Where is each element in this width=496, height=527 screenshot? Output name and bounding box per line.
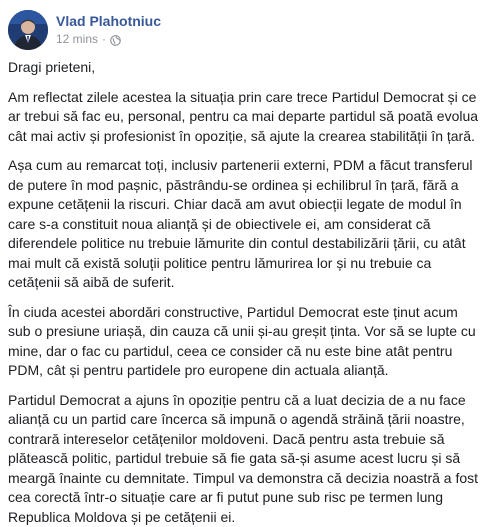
globe-icon[interactable]: [110, 34, 121, 45]
post-timestamp[interactable]: 12 mins: [56, 31, 98, 47]
post-paragraph: Partidul Democrat a ajuns în opoziție pe…: [8, 391, 484, 527]
post-paragraph: Așa cum au remarcat toți, inclusiv parte…: [8, 156, 484, 293]
facebook-post: Vlad Plahotniuc 12 mins · Dragi prieteni…: [0, 0, 496, 508]
post-meta: Vlad Plahotniuc 12 mins ·: [56, 9, 161, 47]
post-paragraph-greeting: Dragi prieteni,: [8, 58, 484, 78]
post-paragraph: În ciuda acestei abordări constructive, …: [8, 303, 484, 381]
post-paragraph: Am reflectat zilele acestea la situația …: [8, 88, 484, 147]
author-name[interactable]: Vlad Plahotniuc: [56, 13, 161, 30]
post-header: Vlad Plahotniuc 12 mins ·: [8, 0, 484, 58]
avatar-image: [8, 10, 48, 50]
separator-dot: ·: [102, 31, 106, 47]
post-subline: 12 mins ·: [56, 31, 161, 47]
post-body: Dragi prieteni, Am reflectat zilele aces…: [8, 58, 484, 527]
avatar[interactable]: [8, 10, 48, 50]
